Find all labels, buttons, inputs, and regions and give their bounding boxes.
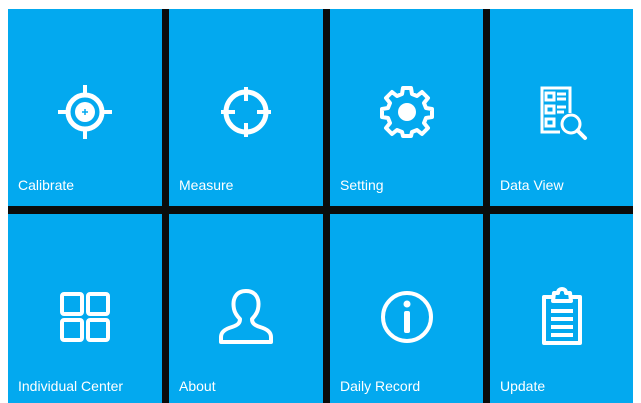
update-label: Update <box>500 378 546 394</box>
clipboard-icon <box>541 287 582 345</box>
measure-label: Measure <box>179 177 234 193</box>
measure-tile[interactable]: Measure <box>169 9 323 206</box>
daily-record-tile[interactable]: Daily Record <box>330 214 483 403</box>
about-label: About <box>179 378 216 394</box>
person-icon <box>219 289 273 344</box>
menu-grid: Calibrate Measure Setting Data View Indi… <box>8 9 633 403</box>
individual-center-label: Individual Center <box>18 378 124 394</box>
setting-tile[interactable]: Setting <box>330 9 483 206</box>
daily-record-label: Daily Record <box>340 378 421 394</box>
calibrate-label: Calibrate <box>18 177 75 193</box>
crosshair-target-icon <box>58 85 112 139</box>
document-search-icon <box>540 86 587 140</box>
crosshair-circle-icon <box>221 87 271 137</box>
calibrate-tile[interactable]: Calibrate <box>8 9 162 206</box>
grid-icon <box>60 292 110 342</box>
about-tile[interactable]: About <box>169 214 323 403</box>
data-view-label: Data View <box>500 177 564 193</box>
individual-center-tile[interactable]: Individual Center <box>8 214 162 403</box>
data-view-tile[interactable]: Data View <box>490 9 633 206</box>
update-tile[interactable]: Update <box>490 214 633 403</box>
info-icon <box>380 291 433 343</box>
setting-label: Setting <box>340 177 384 193</box>
gear-icon <box>379 86 434 138</box>
